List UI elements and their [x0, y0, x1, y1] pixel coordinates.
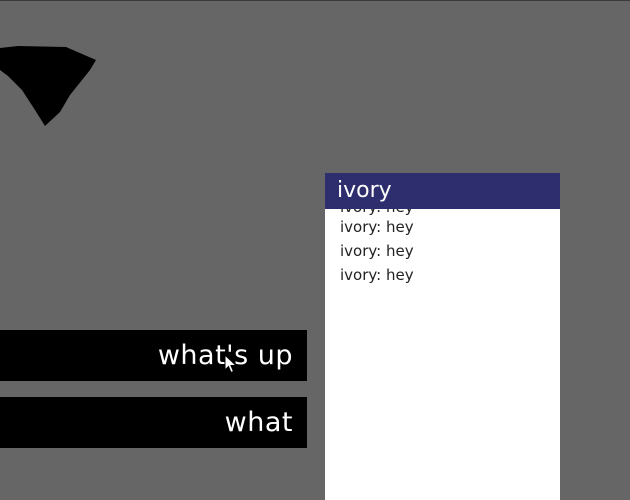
chat-panel: ivory ivory: hey ivory: hey ivory: hey i… — [325, 173, 560, 500]
reply-option-2[interactable]: what — [0, 397, 307, 448]
chat-header: ivory — [325, 173, 560, 209]
chat-message: ivory: hey — [340, 218, 414, 236]
reply-option-label: what's up — [157, 340, 293, 371]
chat-title: ivory — [337, 178, 392, 203]
chat-message: ivory: hey — [340, 266, 414, 284]
top-divider — [0, 0, 630, 1]
reply-option-label: what — [224, 407, 293, 438]
chat-message: ivory: hey — [340, 242, 414, 260]
chat-log[interactable]: ivory: hey ivory: hey ivory: hey ivory: … — [325, 209, 560, 500]
reply-option-1[interactable]: what's up — [0, 330, 307, 381]
black-blob-icon — [0, 46, 96, 126]
chat-message: ivory: hey — [340, 209, 414, 217]
